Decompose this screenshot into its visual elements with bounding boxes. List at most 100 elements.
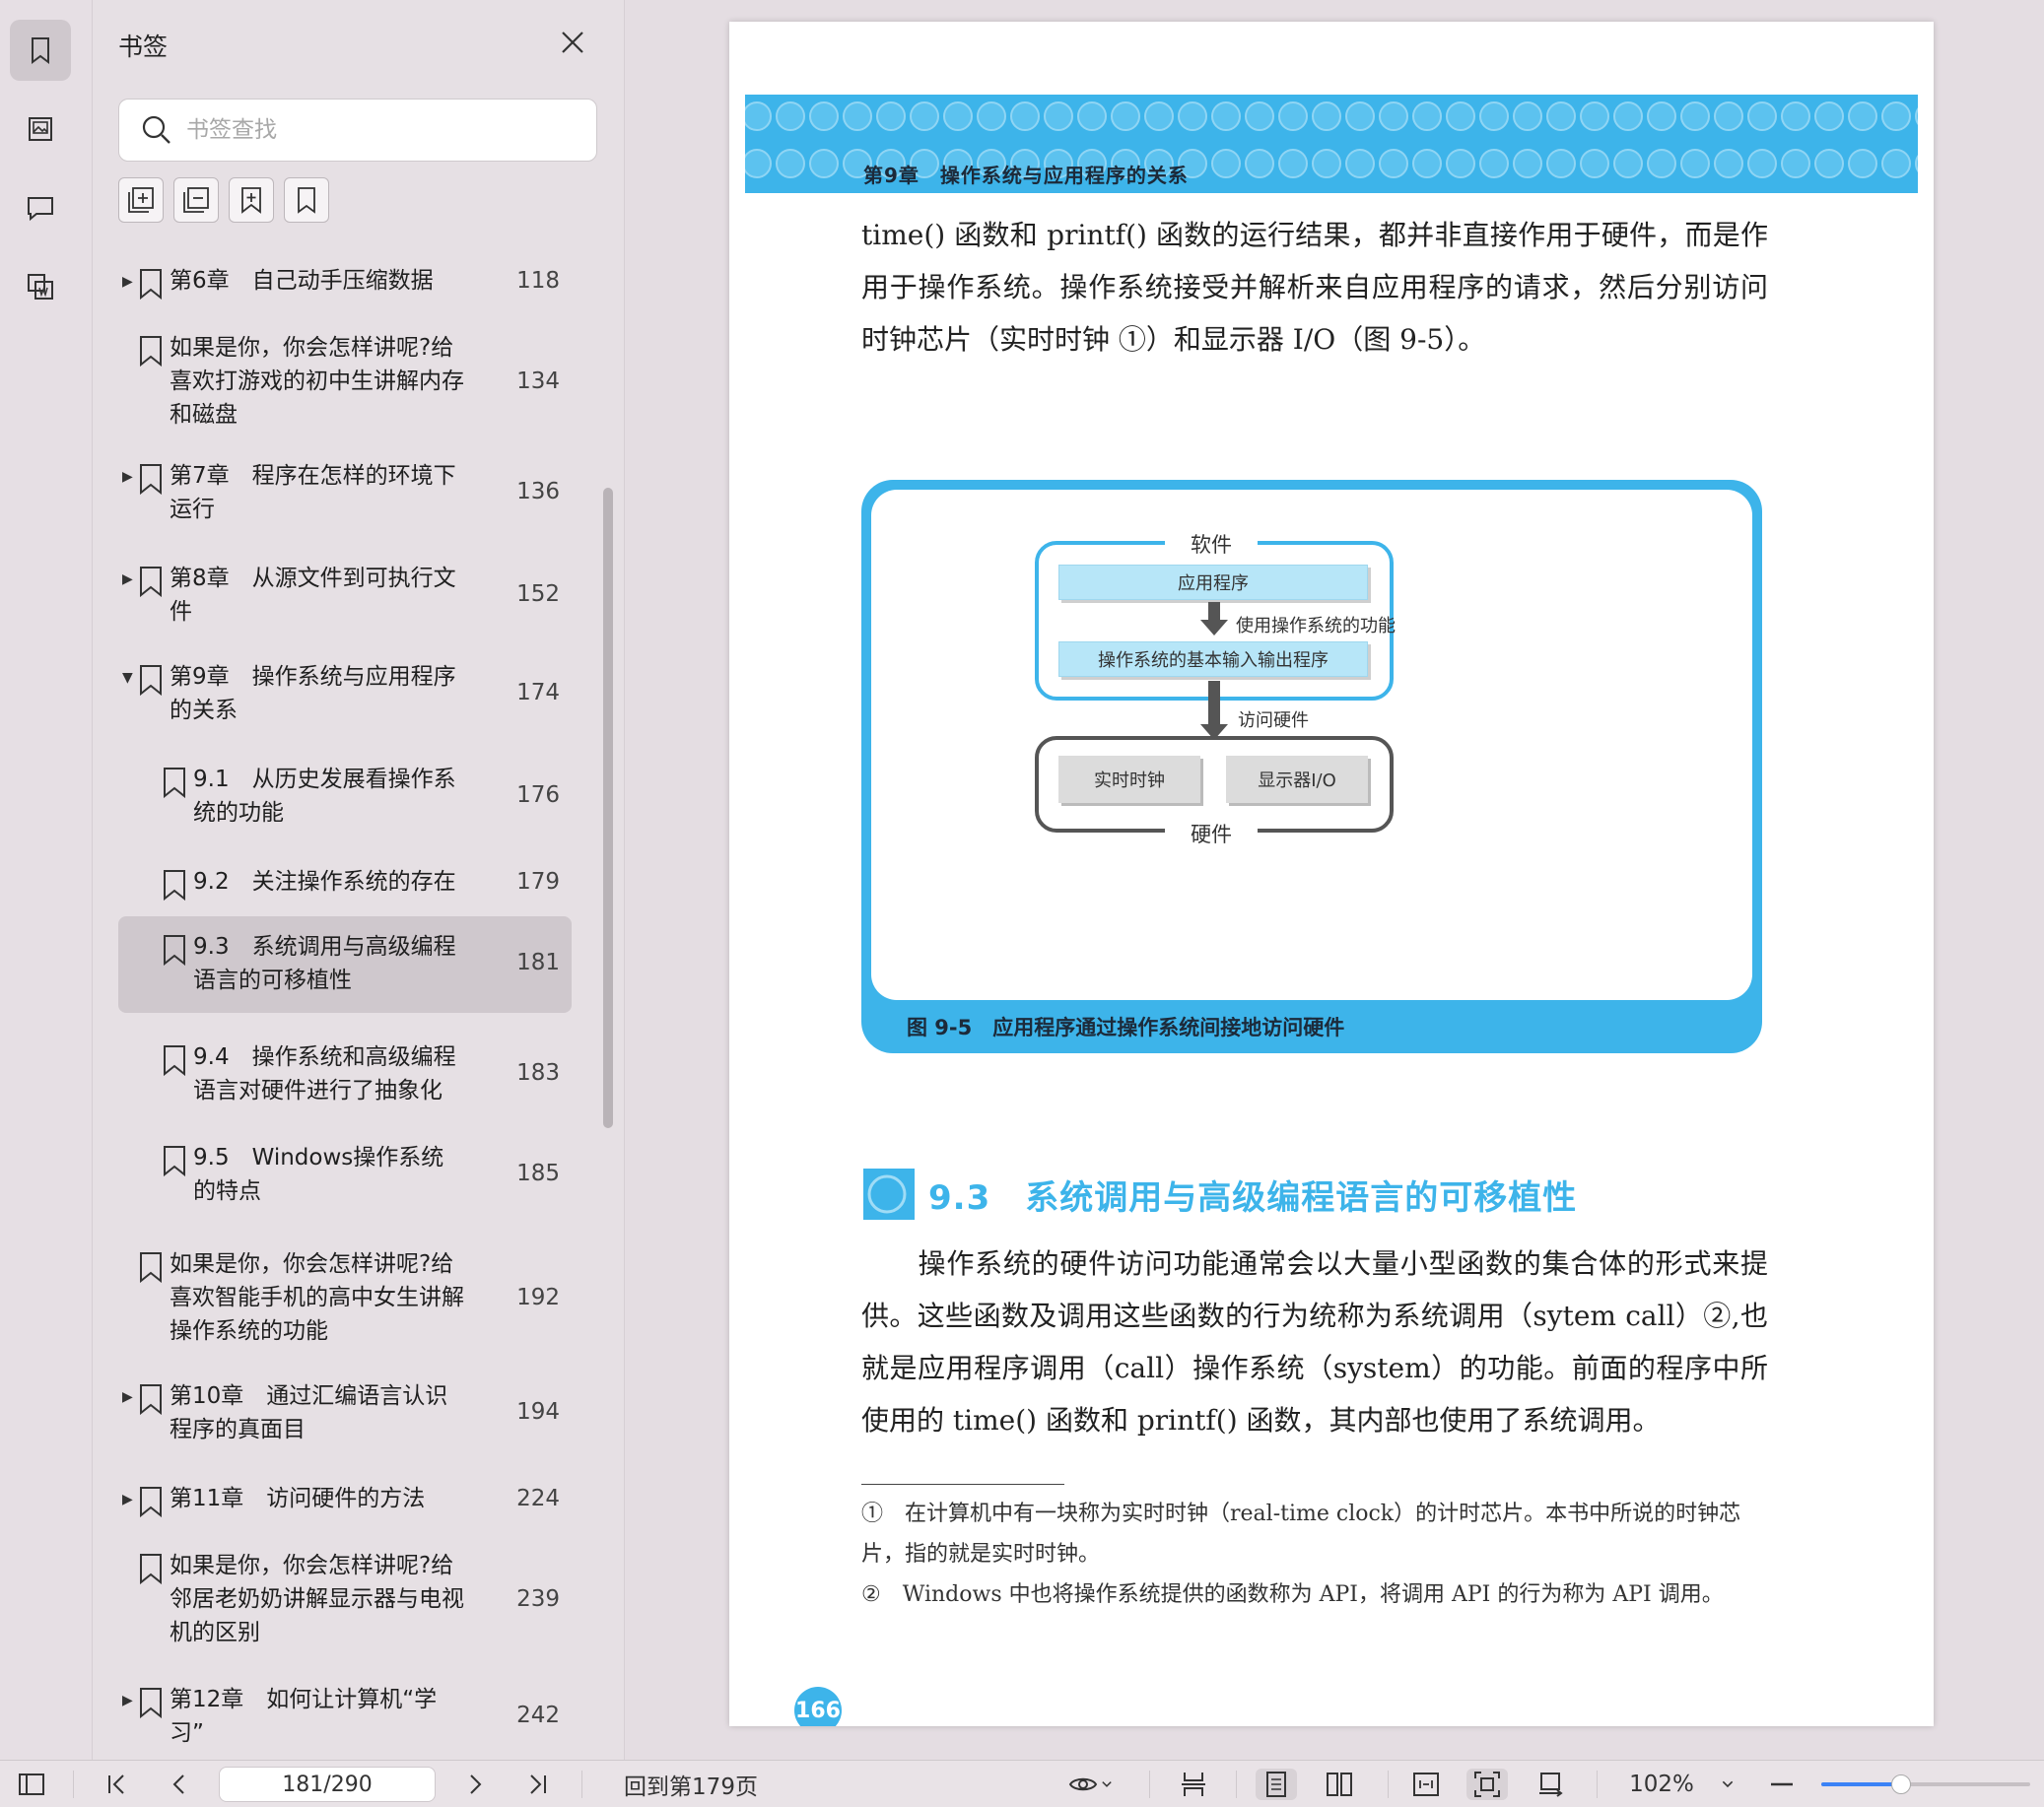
document-viewport[interactable]: 第9章 操作系统与应用程序的关系 time() 函数和 printf() 函数的… [625,0,2044,1760]
caret-right-icon[interactable]: ▶ [122,1492,133,1507]
bookmark-button[interactable] [284,177,329,223]
close-icon[interactable] [558,28,587,57]
add-bookmark-button[interactable] [229,177,274,223]
bookmark-icon [298,187,315,214]
bookmark-page: 134 [516,368,560,394]
zoom-level[interactable]: 102% [1622,1769,1701,1800]
bookmark-item[interactable]: ▶ 第8章 从源文件到可执行文件 152 [118,562,572,636]
bookmark-title: 如果是你，你会怎样讲呢?给喜欢打游戏的初中生讲解内存和磁盘 [170,335,464,428]
eye-icon [1068,1777,1098,1791]
toggle-sidebar-button[interactable] [14,1769,49,1800]
view-mode-dropdown[interactable] [1062,1769,1122,1800]
scrollbar[interactable] [603,488,613,1128]
caret-right-icon[interactable]: ▶ [122,274,133,290]
caret-right-icon[interactable]: ▶ [122,571,133,587]
bookmark-item[interactable]: 9.3 系统调用与高级编程语言的可移植性 181 [118,916,572,1013]
rail-annotation-button[interactable] [10,177,71,238]
figure-canvas: 软件 应用程序 使用操作系统的功能 操作系统的基本输入输出程序 访问硬件 实时时… [871,490,1752,1000]
rail-compare-button[interactable] [10,256,71,317]
figure-caption: 图 9-5 应用程序通过操作系统间接地访问硬件 [907,1016,1345,1039]
bookmark-page: 224 [516,1486,560,1511]
bookmark-page: 181 [516,950,560,975]
search-box[interactable] [118,99,597,162]
bookmark-item[interactable]: 9.4 操作系统和高级编程语言对硬件进行了抽象化 183 [118,1040,572,1115]
footnote-divider [861,1484,1064,1485]
bookmark-page: 152 [516,581,560,607]
bookmark-item[interactable]: 9.1 从历史发展看操作系统的功能 176 [118,763,572,837]
bookmark-item[interactable]: 9.2 关注操作系统的存在 179 [118,865,572,920]
zoom-out-button[interactable] [1764,1769,1800,1800]
bookmark-icon [138,1687,164,1719]
bios-box: 操作系统的基本输入输出程序 [1058,641,1368,677]
chevron-right-icon [470,1774,482,1794]
caret-right-icon[interactable]: ▶ [122,1693,133,1708]
caret-right-icon[interactable]: ▶ [122,469,133,485]
bookmark-icon [32,37,49,64]
fit-page-button[interactable] [1466,1769,1508,1800]
bookmark-icon [162,1145,187,1177]
bookmark-page: 176 [516,782,560,808]
bookmark-item[interactable]: 9.5 Windows操作系统的特点 185 [118,1141,572,1216]
chevron-left-icon [172,1774,184,1794]
bookmark-icon [138,463,164,496]
rail-bookmark-button[interactable] [10,20,71,81]
bookmark-icon [162,767,187,799]
two-page-button[interactable] [1319,1769,1360,1800]
bookmark-item[interactable]: 如果是你，你会怎样讲呢?给喜欢智能手机的高中女生讲解操作系统的功能 192 [118,1247,572,1356]
search-input[interactable] [186,117,580,143]
bookmark-page: 242 [516,1703,560,1728]
zoom-dropdown[interactable] [1713,1769,1742,1800]
paragraph-2: 操作系统的硬件访问功能通常会以大量小型函数的集合体的形式来提供。这些函数及调用这… [861,1247,1768,1437]
bookmark-icon [138,1251,164,1284]
copy-icon [28,274,53,300]
bookmark-title: 第9章 操作系统与应用程序的关系 [170,664,456,723]
bookmark-item[interactable]: ▼ 第9章 操作系统与应用程序的关系 174 [118,660,572,735]
bookmark-item[interactable]: ▶ 第12章 如何让计算机“学习” 242 [118,1683,572,1746]
chevron-down-icon [1102,1781,1112,1787]
caret-right-icon[interactable]: ▶ [122,1389,133,1405]
search-icon [142,115,170,144]
next-page-button[interactable] [457,1769,493,1800]
scroll-mode-button[interactable] [1173,1769,1214,1800]
previous-page-button[interactable] [162,1769,197,1800]
fit-width-button[interactable] [1405,1769,1447,1800]
bookmark-page: 118 [516,268,560,294]
bookmark-item[interactable]: 如果是你，你会怎样讲呢?给邻居老奶奶讲解显示器与电视机的区别 239 [118,1549,572,1657]
bookmark-item[interactable]: ▶ 第7章 程序在怎样的环境下运行 136 [118,459,572,534]
bookmark-title: 9.1 从历史发展看操作系统的功能 [193,767,456,826]
bookmark-title: 第10章 通过汇编语言认识程序的真面目 [170,1383,448,1442]
bookmark-panel: 书签 ▶ 第6章 自己动手压缩数据 118 如果是你，你会怎样讲呢?给喜欢打游戏的初中… [93,0,625,1760]
bookmark-page: 185 [516,1161,560,1186]
last-page-icon [530,1774,546,1794]
bookmark-item[interactable]: ▶ 第10章 通过汇编语言认识程序的真面目 194 [118,1379,572,1454]
chapter-header-band: 第9章 操作系统与应用程序的关系 [745,95,1918,193]
document-page: 第9章 操作系统与应用程序的关系 time() 函数和 printf() 函数的… [729,22,1934,1726]
rail-thumbnail-button[interactable] [10,99,71,160]
panel-title: 书签 [118,33,169,61]
bookmark-icon [138,268,164,301]
page-number-field[interactable]: 181/290 [219,1767,436,1802]
rotate-button[interactable] [1530,1769,1571,1800]
bookmark-icon [138,1383,164,1416]
single-page-button[interactable] [1256,1769,1297,1800]
zoom-slider[interactable] [1821,1774,2030,1794]
comment-icon [28,197,53,222]
bookmark-item[interactable]: ▶ 第6章 自己动手压缩数据 118 [118,264,572,319]
software-label: 软件 [1165,529,1258,559]
caret-down-icon[interactable]: ▼ [122,670,133,686]
first-page-button[interactable] [99,1769,134,1800]
goto-page-link[interactable]: 回到第179页 [607,1769,775,1800]
zoom-slider-handle[interactable] [1890,1774,1911,1794]
divider [1597,1771,1598,1798]
continuous-scroll-icon [1182,1773,1205,1796]
bookmark-item[interactable]: 如果是你，你会怎样讲呢?给喜欢打游戏的初中生讲解内存和磁盘 134 [118,331,572,439]
section-circle-icon [867,1174,907,1214]
expand-all-button[interactable] [118,177,164,223]
bookmark-item[interactable]: ▶ 第11章 访问硬件的方法 224 [118,1482,572,1537]
bookmark-page: 239 [516,1586,560,1612]
collapse-all-button[interactable] [173,177,219,223]
bookmark-page: 174 [516,680,560,705]
hardware-label: 硬件 [1165,819,1258,848]
last-page-button[interactable] [520,1769,556,1800]
section-marker [863,1169,915,1220]
